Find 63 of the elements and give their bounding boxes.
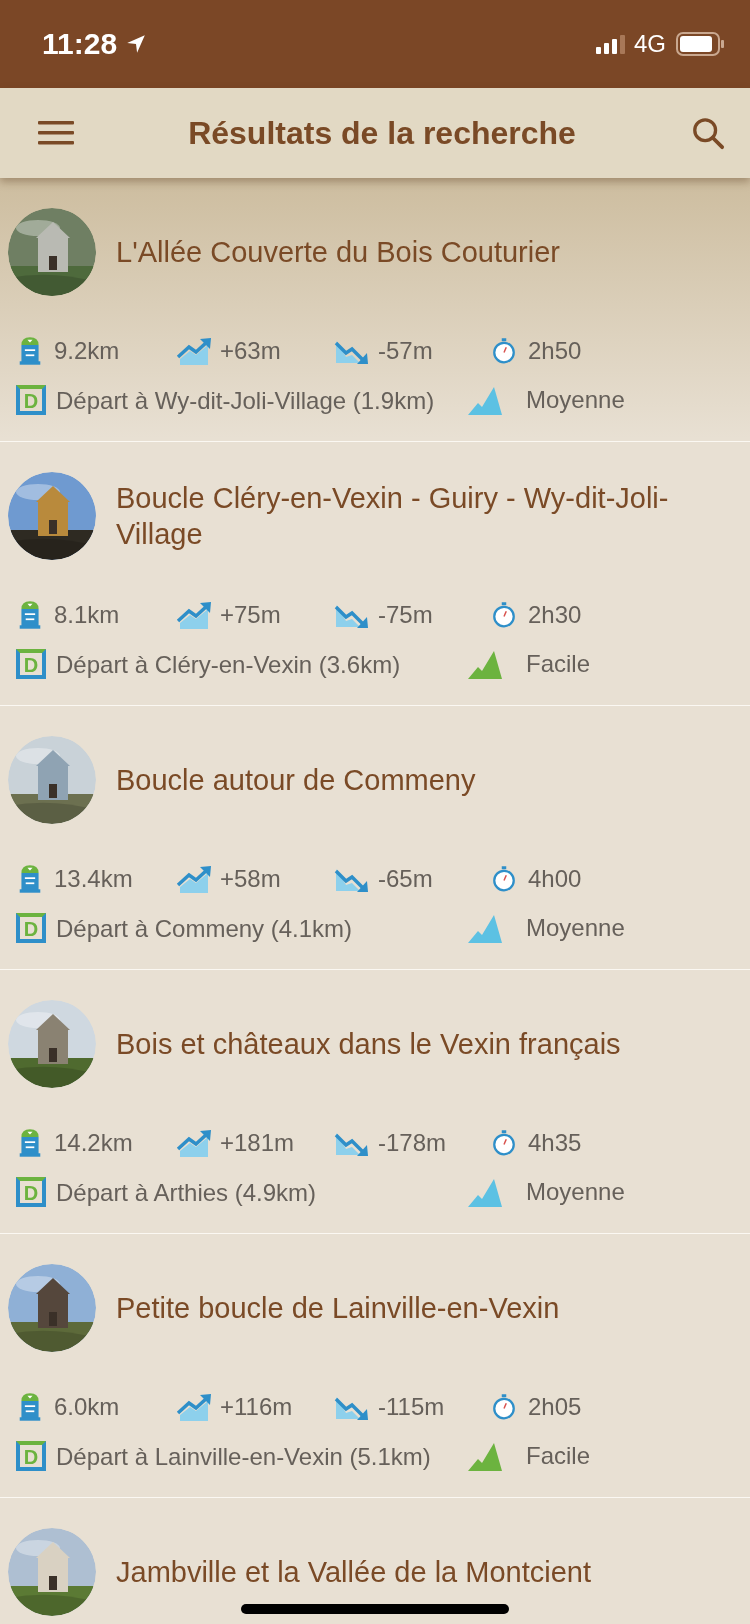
location-arrow-icon — [125, 33, 148, 55]
distance-value: 13.4km — [54, 865, 133, 893]
ascent-value: +116m — [220, 1393, 293, 1421]
start-marker-icon: D — [16, 913, 46, 943]
trail-title: Boucle autour de Commeny — [116, 763, 477, 798]
distance-marker-icon — [18, 335, 42, 367]
start-location: Départ à Cléry-en-Vexin (3.6km) — [56, 649, 402, 680]
trail-item[interactable]: L'Allée Couverte du Bois Couturier 9.2km +63m -57m 2h50 D Départ à Wy-dit-Joli-Village (1.9km) Moyenne — [0, 178, 750, 442]
trail-title: Bois et châteaux dans le Vexin français — [116, 1027, 622, 1062]
start-marker-icon: D — [16, 1441, 46, 1471]
start-location: Départ à Arthies (4.9km) — [56, 1177, 318, 1208]
trail-title: Petite boucle de Lainville-en-Vexin — [116, 1291, 561, 1326]
descent-value: -65m — [378, 865, 433, 893]
trail-item[interactable]: Bois et châteaux dans le Vexin français 14.2km +181m -178m 4h35 D Départ à Arthies (4.9km) Moyenne — [0, 970, 750, 1234]
ascent-icon — [176, 336, 212, 366]
difficulty-label: Moyenne — [526, 914, 625, 942]
network-label: 4G — [634, 30, 666, 58]
difficulty-label: Moyenne — [526, 1178, 625, 1206]
duration-value: 4h35 — [528, 1129, 582, 1157]
trail-item[interactable]: Boucle Cléry-en-Vexin - Guiry - Wy-dit-Joli-Village 8.1km +75m -75m 2h30 D Départ à Cléry-en-Vexin (3.6km) Facile — [0, 442, 750, 706]
ascent-icon — [176, 1392, 212, 1422]
ascent-value: +63m — [220, 337, 281, 365]
duration-value: 2h05 — [528, 1393, 582, 1421]
ascent-value: +181m — [220, 1129, 295, 1157]
descent-value: -75m — [378, 601, 433, 629]
duration-value: 2h50 — [528, 337, 582, 365]
start-marker-icon: D — [16, 649, 46, 679]
duration-value: 4h00 — [528, 865, 582, 893]
start-location: Départ à Wy-dit-Joli-Village (1.9km) — [56, 385, 436, 416]
header-title: Résultats de la recherche — [188, 114, 576, 152]
distance-value: 9.2km — [54, 337, 120, 365]
descent-value: -178m — [378, 1129, 447, 1157]
distance-marker-icon — [18, 863, 42, 895]
difficulty-label: Moyenne — [526, 386, 625, 414]
distance-value: 14.2km — [54, 1129, 133, 1157]
descent-value: -115m — [378, 1393, 445, 1421]
start-location: Départ à Commeny (4.1km) — [56, 913, 354, 944]
trail-title: Jambville et la Vallée de la Montcient — [116, 1555, 592, 1590]
ascent-icon — [176, 600, 212, 630]
difficulty-label: Facile — [526, 1442, 591, 1470]
trail-item[interactable]: Petite boucle de Lainville-en-Vexin 6.0km +116m -115m 2h05 D Départ à Lainville-en-Vexin (5.1km) Facile — [0, 1234, 750, 1498]
distance-marker-icon — [18, 1127, 42, 1159]
descent-value: -57m — [378, 337, 433, 365]
search-icon — [690, 116, 726, 150]
ascent-value: +75m — [220, 601, 281, 629]
battery-icon — [676, 32, 724, 56]
ascent-value: +58m — [220, 865, 281, 893]
difficulty-label: Facile — [526, 650, 591, 678]
trail-title: L'Allée Couverte du Bois Couturier — [116, 235, 561, 270]
trail-item[interactable]: Boucle autour de Commeny 13.4km +58m -65m 4h00 D Départ à Commeny (4.1km) Moyenne — [0, 706, 750, 970]
signal-icon — [596, 34, 626, 54]
start-marker-icon: D — [16, 385, 46, 415]
start-location: Départ à Lainville-en-Vexin (5.1km) — [56, 1441, 432, 1472]
start-marker-icon: D — [16, 1177, 46, 1207]
trail-title: Boucle Cléry-en-Vexin - Guiry - Wy-dit-Joli-Village — [116, 481, 670, 552]
ascent-icon — [176, 864, 212, 894]
distance-value: 6.0km — [54, 1393, 120, 1421]
distance-marker-icon — [18, 1391, 42, 1423]
status-time: 11:28 — [42, 27, 118, 61]
ascent-icon — [176, 1128, 212, 1158]
distance-value: 8.1km — [54, 601, 120, 629]
distance-marker-icon — [18, 599, 42, 631]
duration-value: 2h30 — [528, 601, 582, 629]
